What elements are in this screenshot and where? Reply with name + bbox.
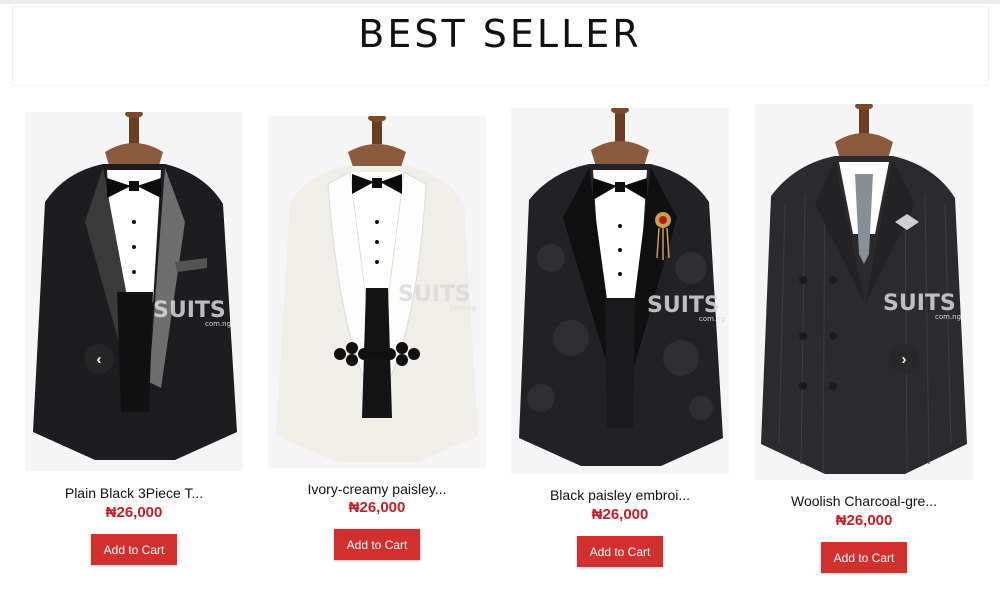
product-name[interactable]: Ivory-creamy paisley... [248, 481, 506, 497]
watermark-domain: com.ng [935, 313, 961, 321]
carousel-next-glyph: › [901, 350, 907, 368]
product-image[interactable]: SUITS com.ng [268, 116, 486, 468]
add-to-cart-button[interactable]: Add to Cart [91, 534, 177, 565]
add-to-cart-button[interactable]: Add to Cart [577, 536, 663, 567]
watermark-domain: com.ng [205, 320, 231, 328]
top-strip [0, 0, 1000, 4]
product-name[interactable]: Woolish Charcoal-gre... [735, 493, 993, 509]
add-to-cart-button[interactable]: Add to Cart [334, 529, 420, 560]
product-price: ₦26,000 [591, 506, 649, 523]
chevron-right-icon[interactable]: › [889, 344, 919, 374]
product-price: ₦26,000 [105, 504, 163, 521]
product-image[interactable]: SUITS com.ng [511, 108, 729, 474]
suit-image-black-3piece: SUITS com.ng [25, 112, 243, 471]
suit-image-charcoal-pinstripe: SUITS com.ng [755, 104, 973, 480]
product-name[interactable]: Black paisley embroi... [491, 487, 749, 503]
product-image[interactable]: SUITS com.ng [755, 104, 973, 480]
product-image[interactable]: SUITS com.ng [25, 112, 243, 471]
chevron-left-icon[interactable]: ‹ [84, 344, 114, 374]
section-title: BEST SELLER [358, 12, 642, 56]
suit-image-black-paisley: SUITS com.ng [511, 108, 729, 474]
carousel-prev-glyph: ‹ [96, 350, 102, 368]
product-name[interactable]: Plain Black 3Piece T... [5, 485, 263, 501]
product-price: ₦26,000 [348, 499, 406, 516]
watermark-domain: com.ng [699, 315, 725, 323]
watermark-domain: com.ng [450, 304, 476, 312]
add-to-cart-button[interactable]: Add to Cart [821, 542, 907, 573]
product-price: ₦26,000 [835, 512, 893, 529]
suit-image-ivory-paisley: SUITS com.ng [268, 116, 486, 468]
